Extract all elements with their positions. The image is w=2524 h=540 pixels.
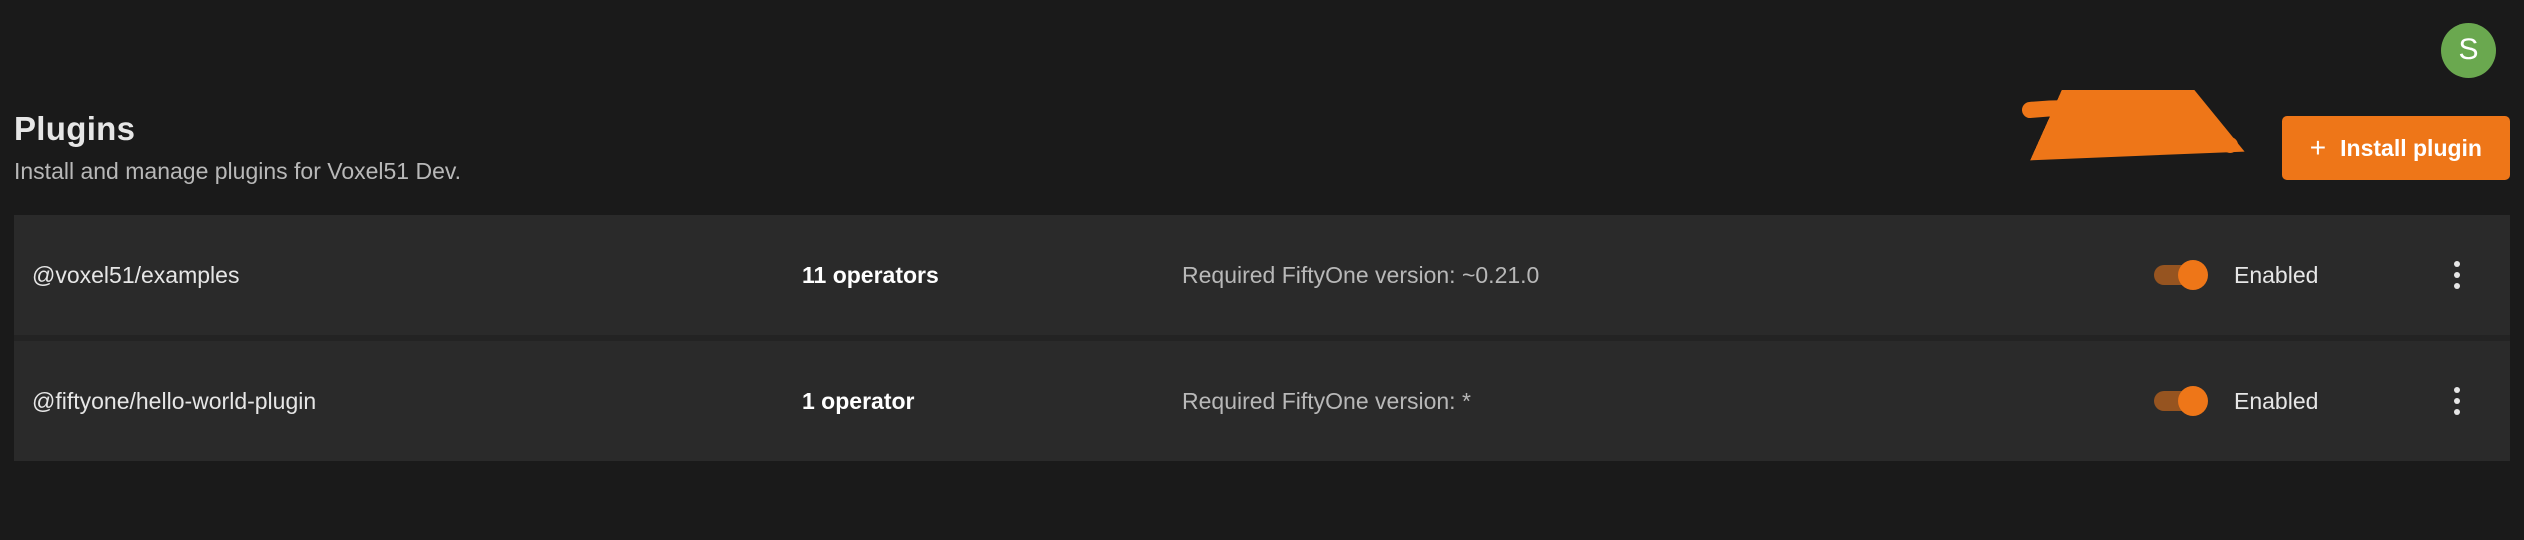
plugin-name: @voxel51/examples xyxy=(32,262,802,289)
enabled-toggle[interactable] xyxy=(2154,391,2202,411)
page-header: Plugins Install and manage plugins for V… xyxy=(14,100,2510,215)
page-subtitle: Install and manage plugins for Voxel51 D… xyxy=(14,158,461,185)
plugin-required-version: Required FiftyOne version: ~0.21.0 xyxy=(1182,262,2082,289)
plugin-status-label: Enabled xyxy=(2202,388,2422,415)
plugin-operator-count: 1 operator xyxy=(802,388,1182,415)
install-plugin-button[interactable]: + Install plugin xyxy=(2282,116,2510,180)
topbar: S xyxy=(0,0,2524,100)
title-block: Plugins Install and manage plugins for V… xyxy=(14,110,461,185)
page-title: Plugins xyxy=(14,110,461,148)
plugin-operator-count: 11 operators xyxy=(802,262,1182,289)
row-menu-button[interactable] xyxy=(2444,377,2470,425)
plugin-required-version: Required FiftyOne version: * xyxy=(1182,388,2082,415)
install-plugin-label: Install plugin xyxy=(2340,135,2482,162)
enabled-toggle[interactable] xyxy=(2154,265,2202,285)
plugin-row: @voxel51/examples 11 operators Required … xyxy=(14,215,2510,335)
arrow-annotation-icon xyxy=(2020,90,2250,190)
plus-icon: + xyxy=(2310,134,2326,162)
page-content: Plugins Install and manage plugins for V… xyxy=(0,100,2524,461)
row-menu-button[interactable] xyxy=(2444,251,2470,299)
avatar[interactable]: S xyxy=(2441,23,2496,78)
avatar-letter: S xyxy=(2458,33,2478,67)
plugin-row: @fiftyone/hello-world-plugin 1 operator … xyxy=(14,341,2510,461)
plugin-name: @fiftyone/hello-world-plugin xyxy=(32,388,802,415)
plugin-list: @voxel51/examples 11 operators Required … xyxy=(14,215,2510,461)
plugin-status-label: Enabled xyxy=(2202,262,2422,289)
